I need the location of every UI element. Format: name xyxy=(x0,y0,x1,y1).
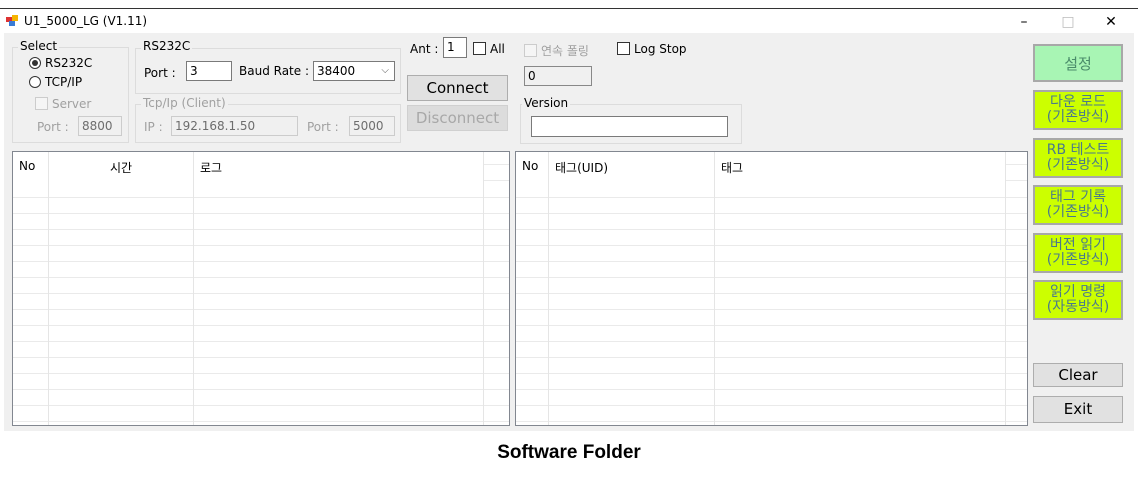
com-port-input[interactable]: 3 xyxy=(186,61,232,81)
col-header-time[interactable]: 시간 xyxy=(49,152,194,182)
radio-unchecked-icon xyxy=(29,76,41,88)
button-line1: 읽기 명령 xyxy=(1050,284,1106,300)
button-line2: (기존방식) xyxy=(1046,157,1110,173)
col-header-no[interactable]: No xyxy=(516,152,549,182)
button-line2: (기존방식) xyxy=(1046,252,1110,268)
tcp-client-group-label: Tcp/Ip (Client) xyxy=(141,96,228,110)
close-button[interactable]: ✕ xyxy=(1101,12,1121,32)
ip-input[interactable]: 192.168.1.50 xyxy=(171,116,298,136)
baud-rate-label: Baud Rate : xyxy=(239,64,309,78)
version-field xyxy=(531,116,728,137)
figure-caption: Software Folder xyxy=(497,442,641,463)
server-label: Server xyxy=(52,97,92,111)
clear-button[interactable]: Clear xyxy=(1033,363,1123,387)
server-checkbox[interactable]: Server xyxy=(35,97,91,111)
continuous-polling-label: 연속 폴링 xyxy=(541,44,589,58)
checkbox-icon xyxy=(35,97,48,110)
button-line1: 버전 읽기 xyxy=(1050,237,1106,253)
col-header-tag-uid[interactable]: 태그(UID) xyxy=(549,152,715,182)
rs232c-radio[interactable]: RS232C xyxy=(29,56,92,70)
tag-grid[interactable]: No 태그(UID) 태그 xyxy=(515,151,1028,426)
window-title: U1_5000_LG (V1.11) xyxy=(24,14,148,28)
all-label: All xyxy=(490,42,505,56)
title-bar xyxy=(0,9,1138,33)
col-header-tag[interactable]: 태그 xyxy=(715,152,1006,182)
select-group-label: Select xyxy=(18,39,60,53)
log-stop-label: Log Stop xyxy=(634,42,687,56)
log-stop-checkbox[interactable]: Log Stop xyxy=(617,42,687,56)
read-version-button[interactable]: 버전 읽기 (기존방식) xyxy=(1033,233,1123,273)
version-label: Version xyxy=(522,96,571,110)
tcp-port-input[interactable]: 5000 xyxy=(349,116,395,136)
settings-button[interactable]: 설정 xyxy=(1033,44,1123,82)
checkbox-icon xyxy=(524,44,537,57)
tcpip-radio[interactable]: TCP/IP xyxy=(29,75,82,89)
chevron-down-icon: ⌵ xyxy=(381,65,389,76)
button-line2: (기존방식) xyxy=(1046,204,1110,220)
all-checkbox[interactable]: All xyxy=(473,42,505,56)
radio-checked-icon xyxy=(29,57,41,69)
tcpip-label: TCP/IP xyxy=(45,75,83,89)
ip-label: IP : xyxy=(144,120,163,134)
server-port-label: Port : xyxy=(37,120,69,134)
button-line1: RB 테스트 xyxy=(1046,142,1110,158)
download-button[interactable]: 다운 로드 (기존방식) xyxy=(1033,90,1123,130)
button-line1: 태그 기록 xyxy=(1050,189,1106,205)
button-line1: 다운 로드 xyxy=(1050,94,1106,110)
app-icon xyxy=(6,15,18,26)
rs232c-label: RS232C xyxy=(45,56,93,70)
disconnect-button[interactable]: Disconnect xyxy=(407,105,508,131)
log-grid[interactable]: No 시간 로그 xyxy=(12,151,510,426)
rs232c-group-label: RS232C xyxy=(141,39,193,53)
baud-rate-value: 38400 xyxy=(317,64,356,78)
read-command-button[interactable]: 읽기 명령 (자동방식) xyxy=(1033,280,1123,320)
exit-button[interactable]: Exit xyxy=(1033,396,1123,423)
baud-rate-select[interactable]: 38400 ⌵ xyxy=(313,61,395,81)
minimize-button[interactable]: – xyxy=(1014,12,1034,32)
ant-label: Ant : xyxy=(410,42,439,56)
continuous-polling-checkbox[interactable]: 연속 폴링 xyxy=(524,42,589,59)
checkbox-icon xyxy=(473,42,486,55)
tag-write-button[interactable]: 태그 기록 (기존방식) xyxy=(1033,185,1123,225)
connect-button[interactable]: Connect xyxy=(407,75,508,101)
rb-test-button[interactable]: RB 테스트 (기존방식) xyxy=(1033,138,1123,178)
tcp-port-label: Port : xyxy=(307,120,339,134)
button-line2: (자동방식) xyxy=(1046,299,1110,315)
ant-input[interactable]: 1 xyxy=(443,37,467,58)
com-port-label: Port : xyxy=(144,66,176,80)
maximize-button[interactable]: □ xyxy=(1058,12,1078,32)
polling-count-field: 0 xyxy=(524,66,592,86)
col-header-log[interactable]: 로그 xyxy=(194,152,484,182)
col-header-no[interactable]: No xyxy=(13,152,49,182)
server-port-input[interactable]: 8800 xyxy=(78,116,122,136)
checkbox-icon xyxy=(617,42,630,55)
button-line2: (기존방식) xyxy=(1046,109,1110,125)
